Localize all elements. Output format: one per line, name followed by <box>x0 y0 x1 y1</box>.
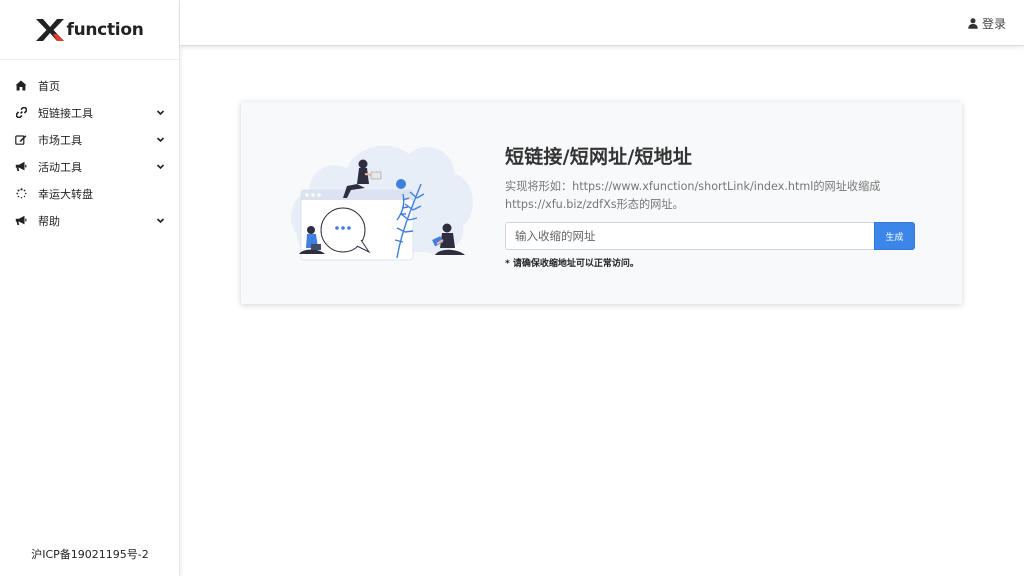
sidebar: function 首页 短链接工具 市场工具 活动工具 幸运大转盘 帮助 沪IC… <box>0 0 180 576</box>
sidebar-item-label: 短链接工具 <box>38 106 93 120</box>
login-label: 登录 <box>981 17 1006 31</box>
sidebar-item-lucky-wheel[interactable]: 幸运大转盘 <box>0 180 179 207</box>
sidebar-item-market-tools[interactable]: 市场工具 <box>0 126 179 153</box>
sidebar-item-help[interactable]: 帮助 <box>0 207 179 234</box>
x-logo-icon <box>36 18 65 41</box>
sidebar-item-shortlink-tools[interactable]: 短链接工具 <box>0 99 179 126</box>
page-description: 实现将形如：https://www.xfunction/shortLink/in… <box>505 180 881 211</box>
edit-icon <box>15 134 27 146</box>
generate-button[interactable]: 生成 <box>874 222 915 250</box>
user-icon <box>968 18 978 29</box>
chevron-down-icon <box>156 135 165 144</box>
chevron-down-icon <box>156 216 165 225</box>
icp-license-link[interactable]: 沪ICP备19021195号-2 <box>0 546 180 562</box>
url-input-group: 生成 <box>505 222 915 250</box>
page-title: 短链接/短网址/短地址 <box>505 146 693 168</box>
sidebar-item-home[interactable]: 首页 <box>0 72 179 99</box>
sidebar-item-activity-tools[interactable]: 活动工具 <box>0 153 179 180</box>
link-icon <box>15 107 27 119</box>
megaphone-icon <box>15 215 27 227</box>
chevron-down-icon <box>156 162 165 171</box>
logo[interactable]: function <box>0 0 179 60</box>
shortlink-card: 短链接/短网址/短地址 实现将形如：https://www.xfunction/… <box>241 102 962 304</box>
usage-note: * 请确保收缩地址可以正常访问。 <box>505 259 639 269</box>
people-illustration <box>291 145 473 261</box>
sidebar-item-label: 活动工具 <box>38 160 82 174</box>
logo-text: function <box>66 19 144 40</box>
megaphone-icon <box>15 161 27 173</box>
top-header: 登录 <box>180 0 1024 46</box>
long-url-input[interactable] <box>505 222 874 250</box>
sidebar-item-label: 市场工具 <box>38 133 82 147</box>
sidebar-item-label: 首页 <box>38 79 60 93</box>
home-icon <box>15 80 27 92</box>
chevron-down-icon <box>156 108 165 117</box>
login-button[interactable]: 登录 <box>968 15 1006 32</box>
sidebar-nav: 首页 短链接工具 市场工具 活动工具 幸运大转盘 帮助 <box>0 72 179 234</box>
sidebar-item-label: 幸运大转盘 <box>38 187 93 201</box>
sidebar-item-label: 帮助 <box>38 214 60 228</box>
spinner-icon <box>15 188 27 200</box>
shortlink-content: 短链接/短网址/短地址 实现将形如：https://www.xfunction/… <box>505 142 925 269</box>
